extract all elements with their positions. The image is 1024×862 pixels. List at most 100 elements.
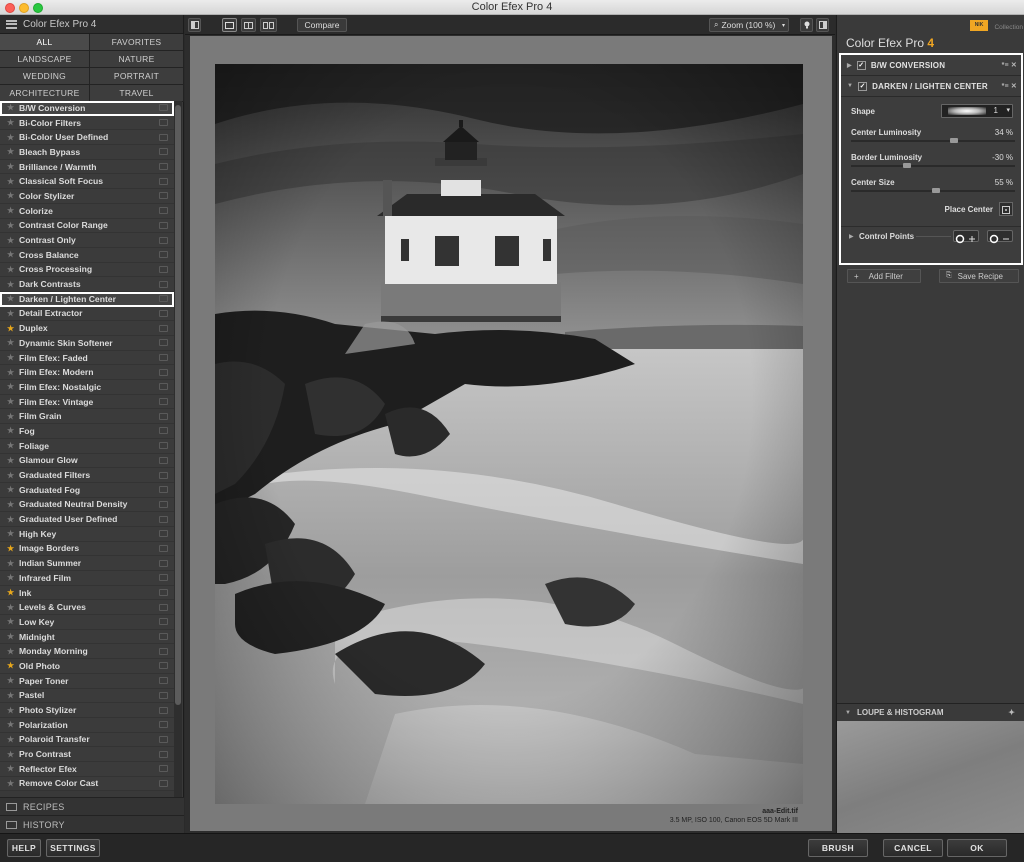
filter-list-item[interactable]: ★ Contrast Color Range — [0, 218, 174, 234]
filter-list-item[interactable]: ★ Cross Balance — [0, 247, 174, 263]
favorite-star-icon[interactable]: ★ — [7, 676, 16, 685]
cancel-button[interactable]: CANCEL — [883, 839, 943, 857]
filter-list-item[interactable]: ★ Film Efex: Faded — [0, 350, 174, 366]
favorite-star-icon[interactable]: ★ — [7, 280, 16, 289]
darken-lighten-center-filter-header[interactable]: ▼ ✓ DARKEN / LIGHTEN CENTER *≡ ✕ — [841, 76, 1021, 97]
loupe-view[interactable] — [837, 721, 1024, 833]
filter-list-item[interactable]: ★ Pro Contrast — [0, 747, 174, 762]
favorite-star-icon[interactable]: ★ — [7, 720, 16, 729]
category-travel[interactable]: TRAVEL — [90, 85, 184, 102]
filter-list-item[interactable]: ★ Bi-Color Filters — [0, 115, 174, 131]
loupe-histogram-header[interactable]: ▼ LOUPE & HISTOGRAM ✦ — [837, 703, 1024, 721]
category-portrait[interactable]: PORTRAIT — [90, 68, 184, 85]
side-by-side-view-button[interactable] — [260, 18, 277, 32]
favorite-star-icon[interactable]: ★ — [7, 750, 16, 759]
toggle-right-panel-button[interactable] — [816, 18, 829, 32]
collapse-triangle-icon[interactable]: ▼ — [845, 710, 851, 716]
settings-button[interactable]: SETTINGS — [46, 839, 100, 857]
add-filter-button[interactable]: + Add Filter — [847, 269, 921, 283]
favorite-star-icon[interactable]: ★ — [7, 441, 16, 450]
filter-actions-icon[interactable]: *≡ ✕ — [1002, 61, 1017, 69]
filter-list-item[interactable]: ★ Graduated User Defined — [0, 512, 174, 527]
filter-list-item[interactable]: ★ Polaroid Transfer — [0, 732, 174, 748]
favorite-star-icon[interactable]: ★ — [7, 368, 16, 377]
favorite-star-icon[interactable]: ★ — [7, 500, 16, 509]
filter-list-item[interactable]: ★ Graduated Fog — [0, 482, 174, 498]
filter-list-item[interactable]: ★ Graduated Filters — [0, 468, 174, 483]
category-favorites[interactable]: FAVORITES — [90, 34, 184, 51]
favorite-star-icon[interactable]: ★ — [7, 133, 16, 142]
split-view-button[interactable] — [241, 18, 256, 32]
category-all[interactable]: ALL — [0, 34, 90, 51]
darken-lighten-enable-checkbox[interactable]: ✓ — [858, 81, 868, 91]
favorite-star-icon[interactable]: ★ — [7, 706, 16, 715]
filter-list-item[interactable]: ★ Film Grain — [0, 409, 174, 425]
filter-list-item[interactable]: ★ Colorize — [0, 203, 174, 219]
bw-conversion-filter-header[interactable]: ▶ ✓ B/W CONVERSION *≡ ✕ — [841, 55, 1021, 76]
filter-list-item[interactable]: ★ Midnight — [0, 629, 174, 645]
preview-image[interactable] — [215, 64, 803, 804]
filter-list-item[interactable]: ★ Photo Stylizer — [0, 703, 174, 718]
favorite-star-icon[interactable]: ★ — [7, 735, 16, 744]
filter-list-item[interactable]: ★ Graduated Neutral Density — [0, 497, 174, 513]
favorite-star-icon[interactable]: ★ — [7, 632, 16, 641]
shape-select[interactable]: 1 ▾ — [941, 104, 1013, 118]
filter-list-item[interactable]: ★ Contrast Only — [0, 233, 174, 248]
favorite-star-icon[interactable]: ★ — [7, 661, 16, 670]
favorite-star-icon[interactable]: ★ — [7, 426, 16, 435]
bw-conversion-enable-checkbox[interactable]: ✓ — [856, 60, 866, 70]
filter-list-item[interactable]: ★ Ink — [0, 585, 174, 601]
expand-triangle-icon[interactable]: ▶ — [847, 62, 852, 69]
filter-list-item[interactable]: ★ Reflector Efex — [0, 761, 174, 777]
history-section[interactable]: HISTORY — [0, 815, 184, 833]
favorite-star-icon[interactable]: ★ — [7, 559, 16, 568]
filter-list-item[interactable]: ★ Monday Morning — [0, 644, 174, 660]
favorite-star-icon[interactable]: ★ — [7, 338, 16, 347]
favorite-star-icon[interactable]: ★ — [7, 515, 16, 524]
favorite-star-icon[interactable]: ★ — [7, 617, 16, 626]
favorite-star-icon[interactable]: ★ — [7, 573, 16, 582]
filter-list-item[interactable]: ★ Infrared Film — [0, 571, 174, 586]
favorite-star-icon[interactable]: ★ — [7, 177, 16, 186]
save-recipe-button[interactable]: ⎘ Save Recipe — [939, 269, 1019, 283]
filter-list-scrollbar[interactable] — [174, 101, 182, 811]
category-nature[interactable]: NATURE — [90, 51, 184, 68]
category-architecture[interactable]: ARCHITECTURE — [0, 85, 90, 102]
favorite-star-icon[interactable]: ★ — [7, 294, 16, 303]
filter-list-item[interactable]: ★ Glamour Glow — [0, 453, 174, 469]
favorite-star-icon[interactable]: ★ — [7, 764, 16, 773]
filter-list-item[interactable]: ★ Fog — [0, 424, 174, 439]
filter-list-item[interactable]: ★ B/W Conversion — [0, 101, 174, 116]
filter-list-item[interactable]: ★ Film Efex: Vintage — [0, 394, 174, 410]
image-canvas[interactable]: aaa-Edit.tif 3.5 MP, ISO 100, Canon EOS … — [190, 36, 832, 831]
favorite-star-icon[interactable]: ★ — [7, 250, 16, 259]
ok-button[interactable]: OK — [947, 839, 1007, 857]
slider-handle[interactable] — [932, 188, 941, 193]
slider-handle[interactable] — [950, 138, 959, 143]
remove-control-point-button[interactable] — [987, 230, 1013, 244]
filter-list-item[interactable]: ★ Classical Soft Focus — [0, 174, 174, 190]
favorite-star-icon[interactable]: ★ — [7, 118, 16, 127]
toggle-left-panel-button[interactable] — [188, 18, 201, 32]
filter-list-item[interactable]: ★ Film Efex: Modern — [0, 365, 174, 381]
filter-list-item[interactable]: ★ Duplex — [0, 321, 174, 336]
favorite-star-icon[interactable]: ★ — [7, 191, 16, 200]
favorite-star-icon[interactable]: ★ — [7, 485, 16, 494]
favorite-star-icon[interactable]: ★ — [7, 324, 16, 333]
filter-list-item[interactable]: ★ Levels & Curves — [0, 600, 174, 616]
favorite-star-icon[interactable]: ★ — [7, 206, 16, 215]
filter-list-item[interactable]: ★ Bi-Color User Defined — [0, 130, 174, 146]
favorite-star-icon[interactable]: ★ — [7, 397, 16, 406]
filter-list-item[interactable]: ★ Remove Color Cast — [0, 776, 174, 792]
add-control-point-button[interactable] — [953, 230, 979, 244]
filter-list-item[interactable]: ★ Pastel — [0, 688, 174, 704]
filter-list-item[interactable]: ★ Low Key — [0, 615, 174, 630]
background-color-button[interactable] — [800, 18, 813, 32]
filter-actions-icon[interactable]: *≡ ✕ — [1002, 82, 1017, 90]
favorite-star-icon[interactable]: ★ — [7, 412, 16, 421]
filter-list-item[interactable]: ★ Brilliance / Warmth — [0, 159, 174, 175]
favorite-star-icon[interactable]: ★ — [7, 647, 16, 656]
favorite-star-icon[interactable]: ★ — [7, 588, 16, 597]
favorite-star-icon[interactable]: ★ — [7, 603, 16, 612]
filter-list-item[interactable]: ★ Indian Summer — [0, 556, 174, 571]
